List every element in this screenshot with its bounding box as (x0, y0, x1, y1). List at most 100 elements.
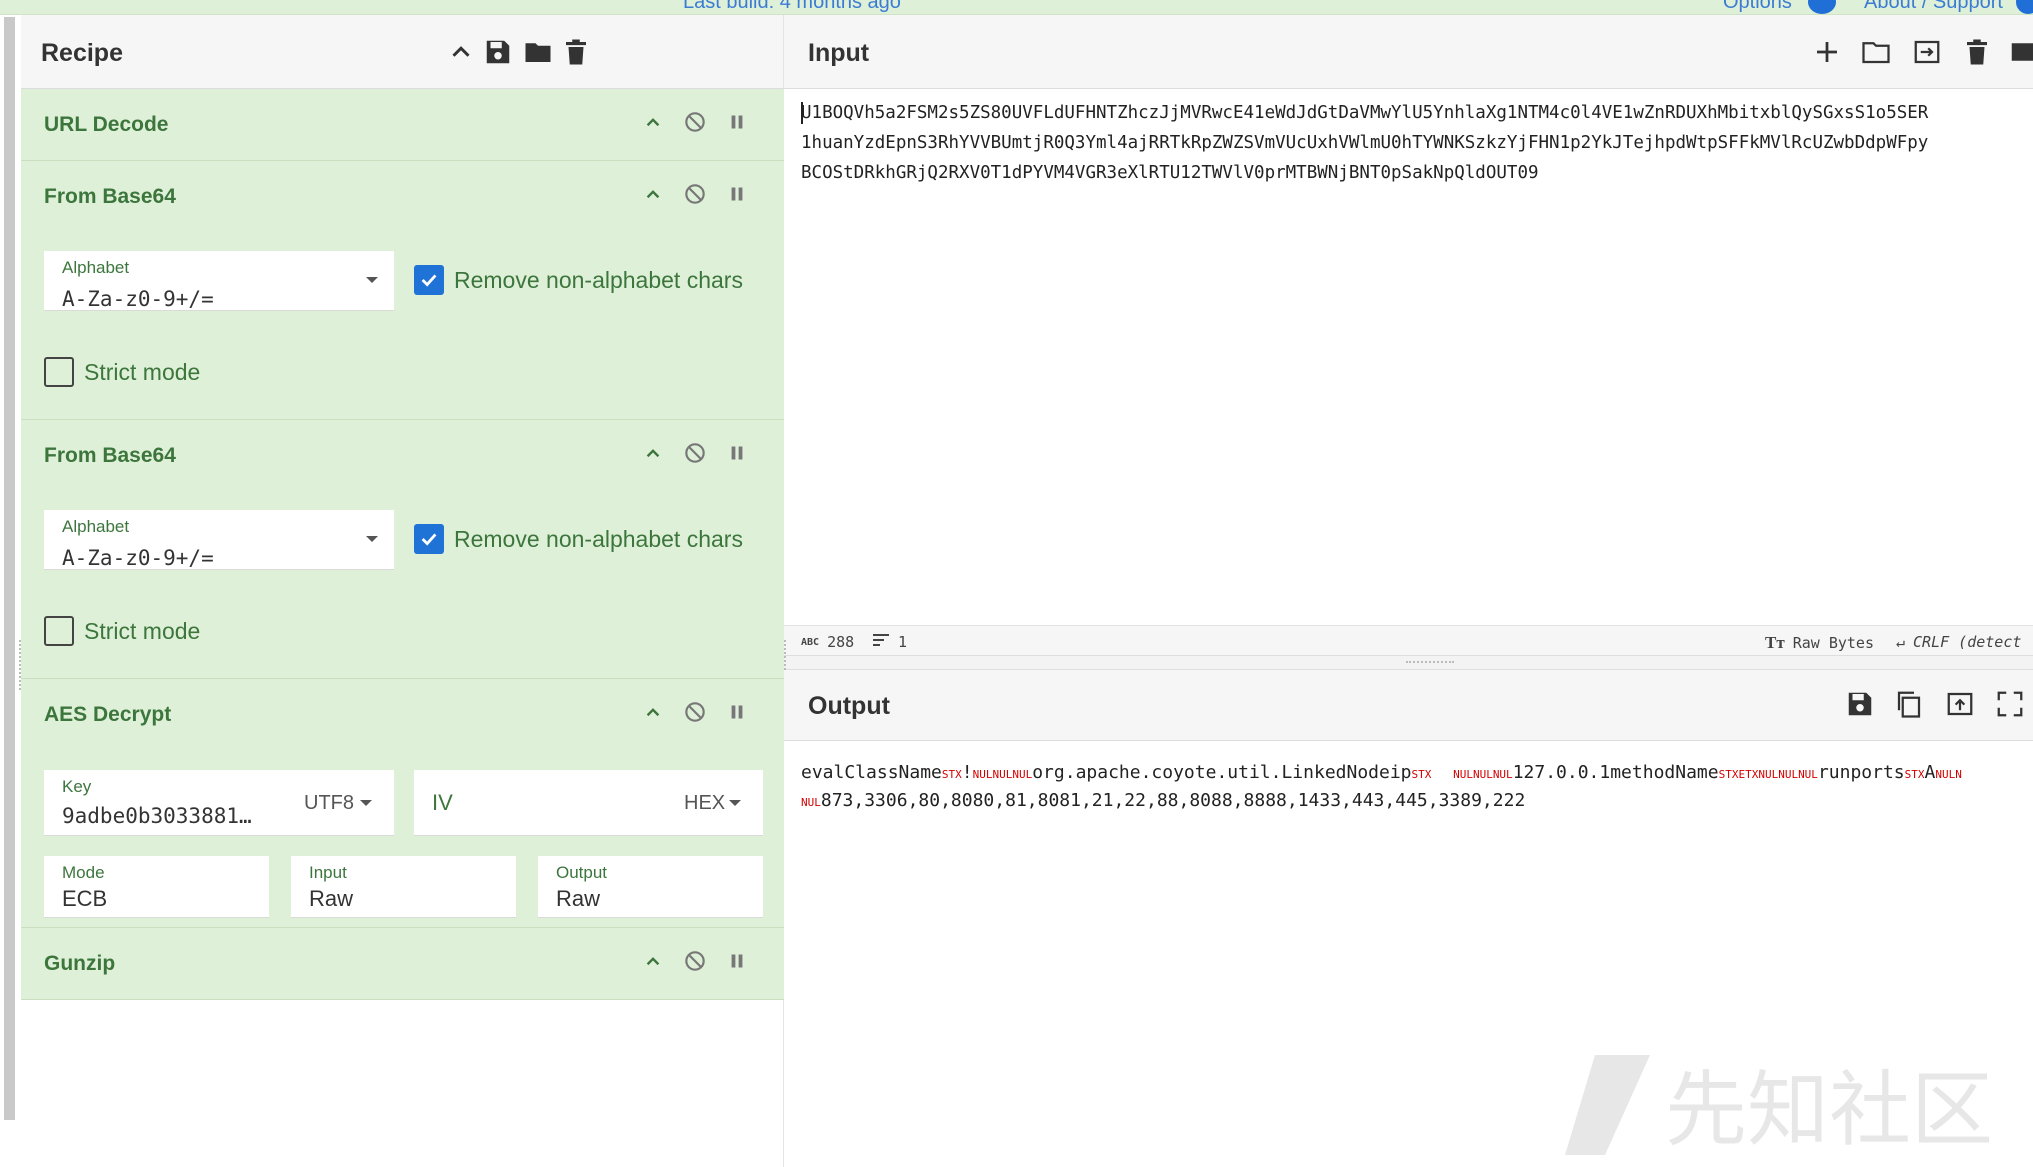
build-info-link[interactable]: Last build: 4 months ago (683, 0, 901, 14)
remove-non-alphabet-checkbox[interactable]: Remove non-alphabet chars (414, 524, 743, 554)
io-resize-divider[interactable] (784, 655, 2033, 670)
key-field[interactable]: Key 9adbe0b3033881… UTF8 (44, 770, 394, 836)
operation-controls (638, 107, 752, 137)
control-char: STX (1904, 768, 1925, 781)
checkbox-checked-icon[interactable] (414, 524, 444, 554)
output-text: 127.0.0.1methodName (1512, 762, 1719, 783)
strict-mode-checkbox[interactable]: Strict mode (44, 357, 200, 387)
dropdown-caret-icon (366, 277, 378, 283)
disable-icon[interactable] (680, 179, 710, 209)
operation-url-decode[interactable]: URL Decode (21, 89, 784, 161)
output-text: runports (1817, 762, 1905, 783)
field-label: Alphabet (62, 517, 130, 536)
checkbox-checked-icon[interactable] (414, 265, 444, 295)
iv-encoding-select[interactable]: HEX (684, 792, 725, 815)
copy-output-icon[interactable] (1892, 687, 1926, 721)
layout-icon[interactable] (2006, 35, 2033, 69)
field-label: Mode (62, 863, 105, 882)
key-input[interactable]: 9adbe0b3033881… (62, 804, 252, 828)
options-link[interactable]: Options (1723, 0, 1792, 14)
field-value: ECB (62, 886, 108, 911)
key-encoding-select[interactable]: UTF8 (304, 792, 354, 815)
control-char: NULNULNUL (972, 768, 1033, 781)
checkbox-label: Remove non-alphabet chars (454, 266, 743, 293)
breakpoint-icon[interactable] (722, 946, 752, 976)
chevron-up-icon[interactable] (638, 107, 668, 137)
watermark-mark (1565, 1055, 1650, 1155)
raw-bytes-toggle[interactable]: Tт Raw Bytes (1765, 633, 1874, 653)
clear-recipe-icon[interactable] (559, 35, 593, 69)
chevron-up-icon[interactable] (638, 946, 668, 976)
abc-icon: ABC (801, 636, 820, 648)
replace-input-icon[interactable] (1943, 687, 1977, 721)
input-text-area[interactable]: U1BOQVh5a2FSM2s5ZS80UVFLdUFHNTZhczJjMVRw… (784, 90, 2033, 625)
chevron-up-icon[interactable] (638, 179, 668, 209)
disable-icon[interactable] (680, 107, 710, 137)
collapse-all-icon[interactable] (444, 35, 478, 69)
operation-controls (638, 697, 752, 727)
output-text: 873,3306,80,8080,81,8081,21,22,88,8088,8… (820, 790, 1526, 811)
watermark-logo: 先知社区 (1565, 1055, 1993, 1158)
output-format-select[interactable]: Output Raw (538, 856, 763, 918)
scrollbar-track[interactable] (4, 17, 15, 1120)
chevron-up-icon[interactable] (638, 438, 668, 468)
operation-name: URL Decode (44, 113, 169, 136)
operation-from-base64[interactable]: From Base64 Alphabet A-Za-z0-9+/= Remove… (21, 420, 784, 679)
input-header: Input (784, 15, 2033, 89)
operation-name: From Base64 (44, 444, 176, 467)
crlf-label: CRLF (detect (1913, 633, 2022, 651)
disable-icon[interactable] (680, 697, 710, 727)
watermark-text: 先知社区 (1665, 1063, 1993, 1158)
operation-from-base64[interactable]: From Base64 Alphabet A-Za-z0-9+/= Remove… (21, 161, 784, 420)
text-cursor (801, 102, 803, 124)
output-text: A (1924, 762, 1936, 783)
eol-toggle[interactable]: ↵ CRLF (detect (1896, 633, 2021, 651)
checkbox-unchecked-icon[interactable] (44, 357, 74, 387)
iv-field[interactable]: IV HEX (414, 770, 763, 836)
mode-select[interactable]: Mode ECB (44, 856, 269, 918)
breakpoint-icon[interactable] (722, 179, 752, 209)
clear-input-icon[interactable] (1960, 35, 1994, 69)
char-count: ABC 288 (801, 633, 854, 651)
open-folder-icon[interactable] (1859, 35, 1893, 69)
save-output-icon[interactable] (1843, 687, 1877, 721)
field-value: Raw (309, 886, 354, 911)
field-label: Key (62, 777, 92, 796)
help-icon[interactable] (2016, 0, 2033, 14)
chevron-up-icon[interactable] (638, 697, 668, 727)
input-title: Input (808, 39, 870, 67)
field-label: Input (309, 863, 347, 882)
operation-controls (638, 179, 752, 209)
input-format-select[interactable]: Input Raw (291, 856, 516, 918)
open-file-icon[interactable] (1910, 35, 1944, 69)
recipe-header: Recipe (21, 15, 783, 89)
checkbox-unchecked-icon[interactable] (44, 616, 74, 646)
operation-aes-decrypt[interactable]: AES Decrypt Key 9adbe0b3033881… UTF8 IV … (21, 679, 784, 928)
about-support-link[interactable]: About / Support (1864, 0, 2003, 14)
resize-grip[interactable] (1406, 661, 1454, 665)
load-recipe-icon[interactable] (521, 35, 555, 69)
disable-icon[interactable] (680, 946, 710, 976)
field-label: Alphabet (62, 258, 130, 277)
lines-icon (872, 633, 890, 651)
maximise-icon[interactable] (1993, 687, 2027, 721)
dropdown-caret-icon (360, 800, 372, 806)
operation-controls (638, 946, 752, 976)
disable-icon[interactable] (680, 438, 710, 468)
remove-non-alphabet-checkbox[interactable]: Remove non-alphabet chars (414, 265, 743, 295)
checkbox-label: Strict mode (84, 617, 201, 644)
breakpoint-icon[interactable] (722, 438, 752, 468)
add-tab-icon[interactable] (1810, 35, 1844, 69)
save-recipe-icon[interactable] (481, 35, 515, 69)
operation-gunzip[interactable]: Gunzip (21, 928, 784, 1000)
raw-bytes-label: Raw Bytes (1792, 634, 1874, 652)
breakpoint-icon[interactable] (722, 107, 752, 137)
line-count: 1 (872, 633, 907, 651)
left-scrollbar[interactable] (0, 15, 21, 1167)
strict-mode-checkbox[interactable]: Strict mode (44, 616, 200, 646)
alphabet-select[interactable]: Alphabet A-Za-z0-9+/= (44, 251, 394, 311)
char-count-value: 288 (827, 633, 855, 651)
alphabet-select[interactable]: Alphabet A-Za-z0-9+/= (44, 510, 394, 570)
breakpoint-icon[interactable] (722, 697, 752, 727)
gear-icon[interactable] (1808, 0, 1836, 14)
